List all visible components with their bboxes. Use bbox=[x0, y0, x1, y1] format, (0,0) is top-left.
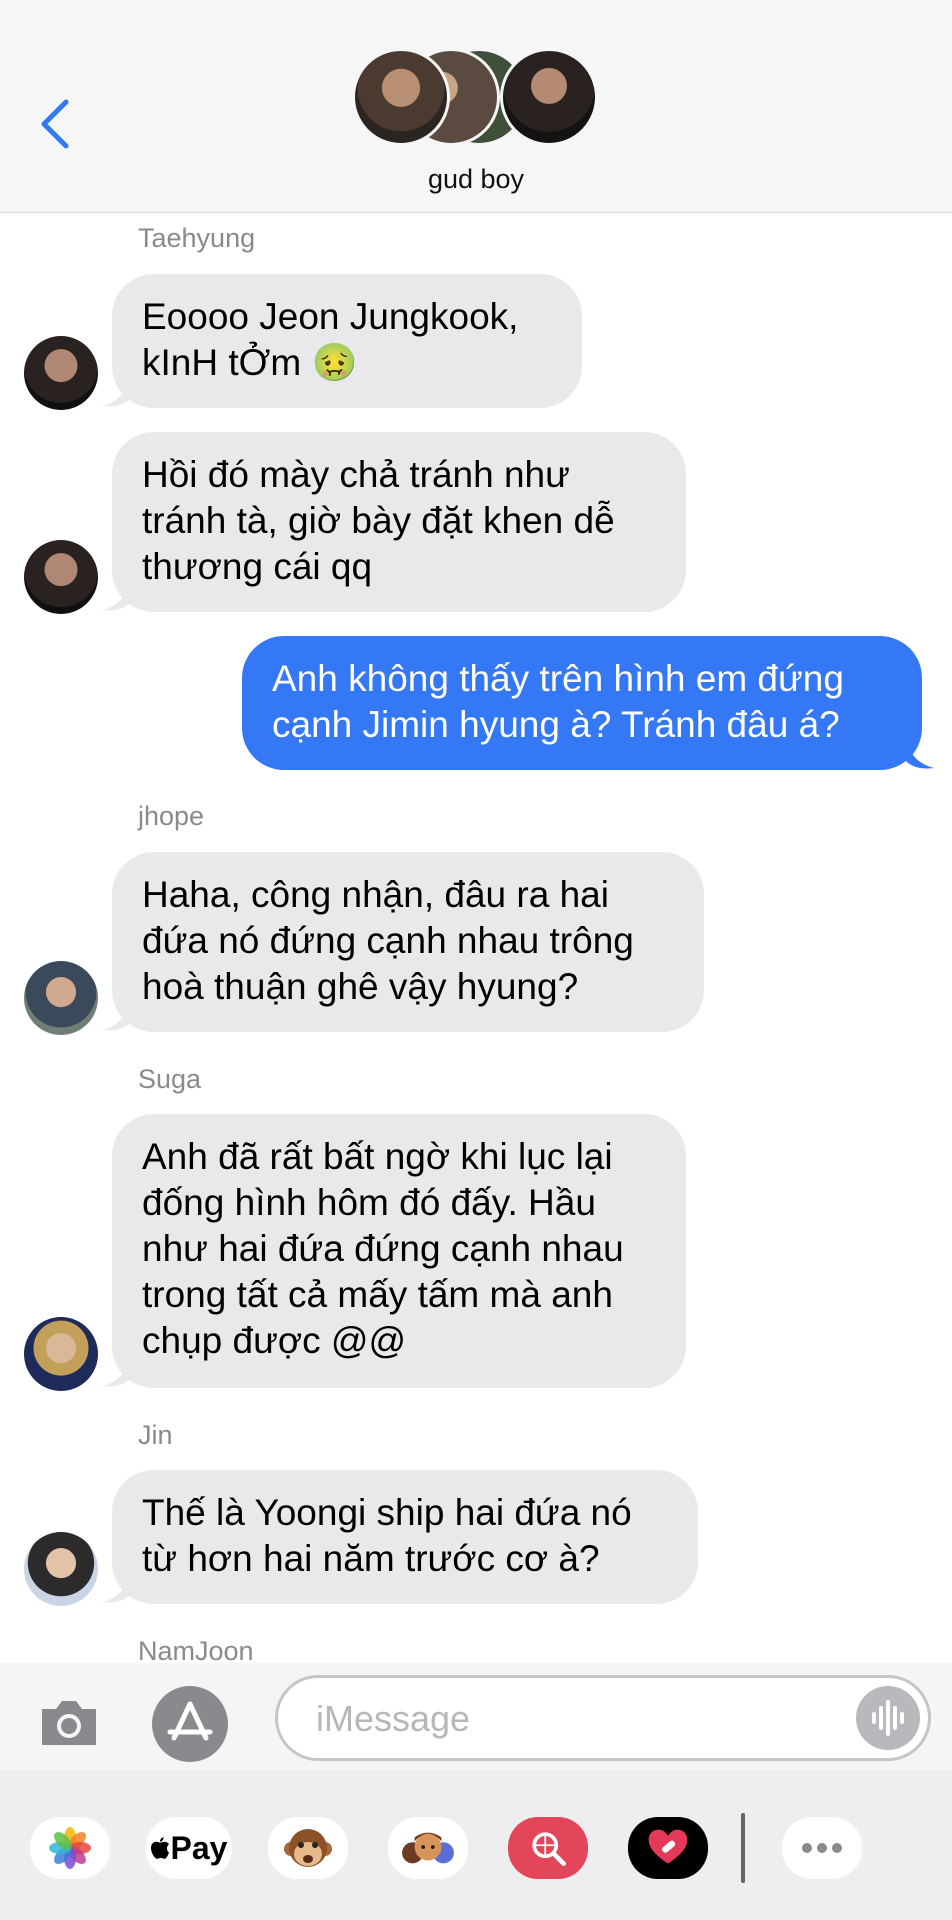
message-bubble-incoming[interactable]: Eoooo Jeon Jungkook, kInH tỞm 🤢 bbox=[112, 274, 582, 408]
bubble-tail bbox=[102, 1352, 132, 1387]
group-name[interactable]: gud boy bbox=[0, 164, 952, 195]
message-line: đống hình hôm đó đấy. Hầu bbox=[142, 1182, 596, 1223]
group-avatar bbox=[352, 48, 450, 146]
digital-touch-heart-icon[interactable] bbox=[628, 1817, 708, 1879]
message-line: thương cái qq bbox=[142, 546, 373, 587]
sender-name: jhope bbox=[138, 801, 205, 831]
message-line: kInH tỞm 🤢 bbox=[142, 342, 358, 383]
memoji-stickers-icon[interactable] bbox=[388, 1817, 468, 1879]
apple-logo-icon bbox=[150, 1837, 169, 1859]
message-bubble-incoming[interactable]: Thế là Yoongi ship hai đứa nó từ hơn hai… bbox=[112, 1470, 698, 1604]
message-line: Anh đã rất bất ngờ khi lục lại bbox=[142, 1136, 613, 1177]
web-search-images-icon[interactable] bbox=[508, 1817, 588, 1879]
sender-avatar[interactable] bbox=[24, 336, 98, 410]
sender-name: Jin bbox=[138, 1420, 173, 1450]
animoji-monkey-icon[interactable] bbox=[268, 1817, 348, 1879]
bubble-tail bbox=[102, 1568, 132, 1603]
bubble-tail bbox=[904, 734, 934, 769]
app-drawer: Pay bbox=[0, 1770, 952, 1920]
bubble-tail bbox=[102, 576, 132, 611]
sender-avatar[interactable] bbox=[24, 1532, 98, 1606]
photos-app-icon[interactable] bbox=[30, 1817, 110, 1879]
message-bubble-incoming[interactable]: Hồi đó mày chả tránh như tránh tà, giờ b… bbox=[112, 432, 686, 612]
sender-avatar[interactable] bbox=[24, 1317, 98, 1391]
message-line: từ hơn hai năm trước cơ à? bbox=[142, 1538, 600, 1579]
message-line: Anh không thấy trên hình em đứng bbox=[272, 658, 844, 699]
bubble-tail bbox=[102, 996, 132, 1031]
message-bubble-incoming[interactable]: Haha, công nhận, đâu ra hai đứa nó đứng … bbox=[112, 852, 704, 1032]
group-avatar bbox=[500, 48, 598, 146]
message-line: chụp được @@ bbox=[142, 1320, 407, 1361]
message-line: Eoooo Jeon Jungkook, bbox=[142, 296, 519, 337]
sender-avatar[interactable] bbox=[24, 540, 98, 614]
conversation-header: gud boy bbox=[0, 0, 952, 213]
app-store-icon[interactable] bbox=[152, 1686, 228, 1762]
message-line: cạnh Jimin hyung à? Tránh đâu á? bbox=[272, 704, 840, 745]
message-line: Hồi đó mày chả tránh như bbox=[142, 454, 570, 495]
audio-message-button[interactable] bbox=[856, 1686, 920, 1750]
bubble-tail bbox=[102, 372, 132, 407]
message-line: trong tất cả mấy tấm mà anh bbox=[142, 1274, 613, 1315]
message-bubble-outgoing[interactable]: Anh không thấy trên hình em đứng cạnh Ji… bbox=[242, 636, 922, 770]
sender-name: Suga bbox=[138, 1064, 202, 1094]
message-bubble-incoming[interactable]: Anh đã rất bất ngờ khi lục lại đống hình… bbox=[112, 1114, 686, 1388]
message-line: Haha, công nhận, đâu ra hai bbox=[142, 874, 609, 915]
message-line: như hai đứa đứng cạnh nhau bbox=[142, 1228, 624, 1269]
back-chevron-icon[interactable] bbox=[36, 96, 76, 152]
apple-pay-label: Pay bbox=[170, 1829, 228, 1866]
imessage-field[interactable] bbox=[275, 1675, 931, 1761]
group-avatar-stack[interactable] bbox=[352, 48, 602, 148]
more-apps-icon[interactable] bbox=[782, 1817, 862, 1879]
message-line: tránh tà, giờ bày đặt khen dễ bbox=[142, 500, 615, 541]
sender-name: Taehyung bbox=[138, 223, 256, 253]
tray-divider bbox=[741, 1813, 745, 1883]
input-bar bbox=[0, 1663, 952, 1770]
message-line: Thế là Yoongi ship hai đứa nó bbox=[142, 1492, 632, 1533]
camera-icon[interactable] bbox=[36, 1689, 102, 1755]
message-line: hoà thuận ghê vậy hyung? bbox=[142, 966, 579, 1007]
message-input[interactable] bbox=[314, 1694, 818, 1744]
composer-area: Pay bbox=[0, 1663, 952, 1920]
apple-pay-app[interactable]: Pay bbox=[146, 1817, 232, 1879]
message-line: đứa nó đứng cạnh nhau trông bbox=[142, 920, 634, 961]
sender-avatar[interactable] bbox=[24, 961, 98, 1035]
